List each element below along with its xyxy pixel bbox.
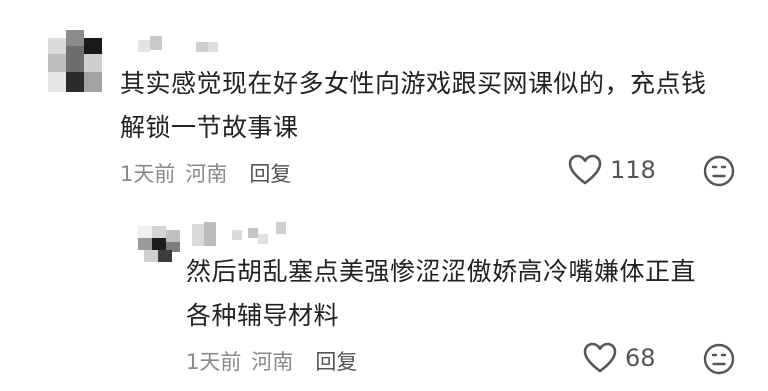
dislike-button[interactable] xyxy=(703,155,735,191)
comment-text-line-2: 解锁一节故事课 xyxy=(120,113,299,142)
like-count: 68 xyxy=(625,344,656,372)
timestamp: 1天前 xyxy=(186,350,242,374)
like-button[interactable]: 118 xyxy=(568,154,656,186)
comment-text: 其实感觉现在好多女性向游戏跟买网课似的，充点钱 解锁一节故事课 xyxy=(120,62,750,150)
frown-face-icon xyxy=(703,155,735,187)
username[interactable] xyxy=(138,36,218,54)
reply-button[interactable]: 回复 xyxy=(315,346,357,376)
location: 河南 xyxy=(185,162,228,186)
like-count: 118 xyxy=(610,156,656,184)
timestamp: 1天前 xyxy=(120,162,176,186)
reply-text-line-2: 各种辅导材料 xyxy=(186,301,340,330)
dislike-button[interactable] xyxy=(703,343,735,379)
avatar[interactable] xyxy=(48,30,102,92)
reply-comment-meta: 1天前 河南 回复 xyxy=(186,346,357,376)
location: 河南 xyxy=(251,350,294,374)
heart-outline-icon xyxy=(568,154,602,185)
reply-button[interactable]: 回复 xyxy=(249,158,291,188)
frown-face-icon xyxy=(703,343,735,375)
reply-avatar[interactable] xyxy=(138,226,180,262)
comment-text-line-1: 其实感觉现在好多女性向游戏跟买网课似的，充点钱 xyxy=(120,69,707,98)
reply-username[interactable] xyxy=(192,222,296,248)
reply-text-line-1: 然后胡乱塞点美强惨涩涩傲娇高冷嘴嫌体正直 xyxy=(186,257,697,286)
like-button[interactable]: 68 xyxy=(583,342,656,374)
heart-outline-icon xyxy=(583,342,617,373)
comment-meta: 1天前 河南 回复 xyxy=(120,158,291,188)
reply-comment-text: 然后胡乱塞点美强惨涩涩傲娇高冷嘴嫌体正直 各种辅导材料 xyxy=(186,250,746,338)
